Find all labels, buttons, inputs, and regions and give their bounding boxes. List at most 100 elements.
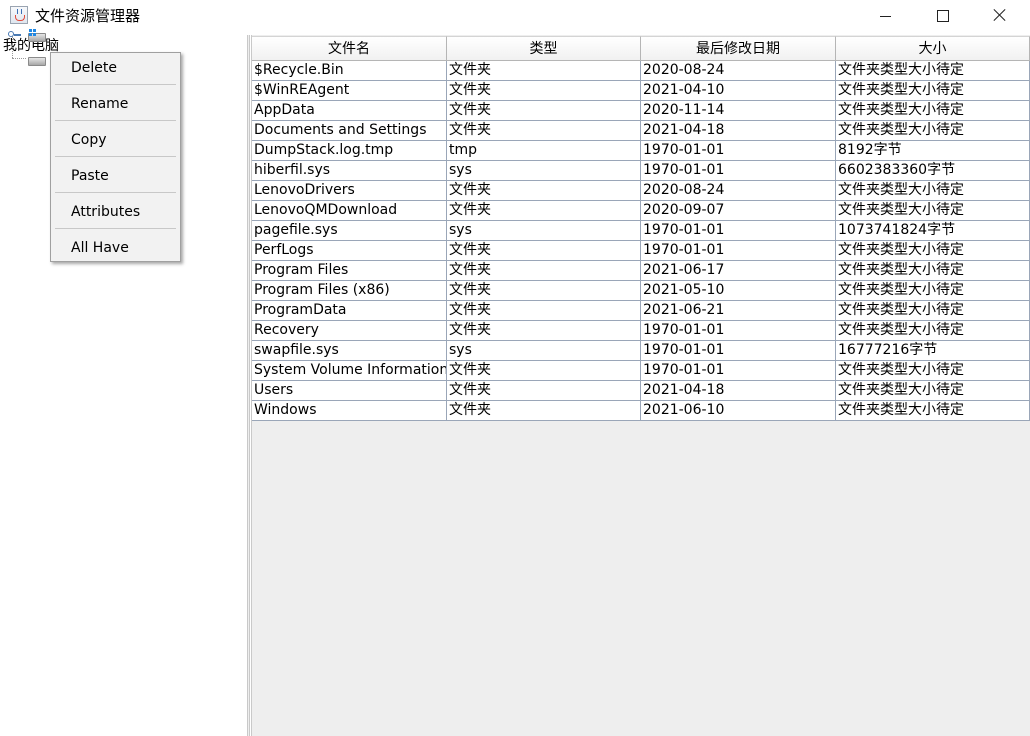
cell-name[interactable]: DumpStack.log.tmp [252,141,447,161]
cell-type[interactable]: tmp [447,141,641,161]
cell-name[interactable]: hiberfil.sys [252,161,447,181]
cell-modified[interactable]: 2021-04-18 [641,121,836,141]
cell-type[interactable]: 文件夹 [447,301,641,321]
table-row[interactable]: $WinREAgent 文件夹 2021-04-10 文件夹类型大小待定 [252,81,1030,101]
cell-size[interactable]: 文件夹类型大小待定 [836,261,1030,281]
cell-name[interactable]: Program Files [252,261,447,281]
cell-type[interactable]: 文件夹 [447,361,641,381]
cell-type[interactable]: 文件夹 [447,321,641,341]
cell-type[interactable]: 文件夹 [447,261,641,281]
cell-type[interactable]: 文件夹 [447,281,641,301]
cell-name[interactable]: Documents and Settings [252,121,447,141]
close-button[interactable] [978,0,1024,32]
cell-size[interactable]: 文件夹类型大小待定 [836,121,1030,141]
column-header-type[interactable]: 类型 [447,36,641,61]
cell-modified[interactable]: 2021-06-21 [641,301,836,321]
table-row[interactable]: $Recycle.Bin 文件夹 2020-08-24 文件夹类型大小待定 [252,61,1030,81]
cell-modified[interactable]: 2021-05-10 [641,281,836,301]
cell-size[interactable]: 文件夹类型大小待定 [836,401,1030,421]
cell-name[interactable]: AppData [252,101,447,121]
cell-size[interactable]: 16777216字节 [836,341,1030,361]
menu-item-paste[interactable]: Paste [51,161,180,195]
cell-modified[interactable]: 1970-01-01 [641,341,836,361]
cell-modified[interactable]: 1970-01-01 [641,161,836,181]
menu-item-rename[interactable]: Rename [51,89,180,123]
cell-size[interactable]: 文件夹类型大小待定 [836,301,1030,321]
title-bar[interactable]: 文件资源管理器 [0,0,1030,33]
drive-icon[interactable] [28,57,46,66]
table-row[interactable]: Users 文件夹 2021-04-18 文件夹类型大小待定 [252,381,1030,401]
cell-type[interactable]: 文件夹 [447,381,641,401]
cell-type[interactable]: 文件夹 [447,81,641,101]
cell-modified[interactable]: 2021-04-10 [641,81,836,101]
table-row[interactable]: AppData 文件夹 2020-11-14 文件夹类型大小待定 [252,101,1030,121]
cell-modified[interactable]: 2020-08-24 [641,61,836,81]
menu-item-attributes[interactable]: Attributes [51,197,180,231]
cell-size[interactable]: 8192字节 [836,141,1030,161]
cell-modified[interactable]: 1970-01-01 [641,241,836,261]
tree-expand-handle-icon[interactable] [8,30,21,40]
cell-size[interactable]: 文件夹类型大小待定 [836,201,1030,221]
table-row[interactable]: System Volume Information 文件夹 1970-01-01 文件… [252,361,1030,381]
table-row[interactable]: Windows 文件夹 2021-06-10 文件夹类型大小待定 [252,401,1030,421]
cell-name[interactable]: LenovoDrivers [252,181,447,201]
cell-modified[interactable]: 2021-04-18 [641,381,836,401]
cell-modified[interactable]: 1970-01-01 [641,321,836,341]
cell-size[interactable]: 文件夹类型大小待定 [836,381,1030,401]
column-header-size[interactable]: 大小 [836,36,1030,61]
cell-size[interactable]: 6602383360字节 [836,161,1030,181]
cell-type[interactable]: sys [447,221,641,241]
cell-size[interactable]: 文件夹类型大小待定 [836,321,1030,341]
cell-modified[interactable]: 2021-06-10 [641,401,836,421]
cell-modified[interactable]: 1970-01-01 [641,221,836,241]
cell-size[interactable]: 1073741824字节 [836,221,1030,241]
cell-modified[interactable]: 2020-08-24 [641,181,836,201]
cell-type[interactable]: sys [447,341,641,361]
cell-type[interactable]: 文件夹 [447,241,641,261]
cell-type[interactable]: 文件夹 [447,101,641,121]
table-row[interactable]: LenovoQMDownload 文件夹 2020-09-07 文件夹类型大小待定 [252,201,1030,221]
file-table-pane[interactable]: 文件名 类型 最后修改日期 大小 $Recycle.Bin 文件夹 2020-08-… [251,35,1030,736]
cell-type[interactable]: sys [447,161,641,181]
cell-name[interactable]: pagefile.sys [252,221,447,241]
menu-item-copy[interactable]: Copy [51,125,180,159]
cell-name[interactable]: System Volume Information [252,361,447,381]
cell-type[interactable]: 文件夹 [447,61,641,81]
cell-size[interactable]: 文件夹类型大小待定 [836,241,1030,261]
cell-size[interactable]: 文件夹类型大小待定 [836,181,1030,201]
table-row[interactable]: swapfile.sys sys 1970-01-01 16777216字节 [252,341,1030,361]
cell-name[interactable]: PerfLogs [252,241,447,261]
maximize-button[interactable] [920,0,966,32]
column-header-name[interactable]: 文件名 [252,36,447,61]
cell-name[interactable]: Windows [252,401,447,421]
cell-name[interactable]: Recovery [252,321,447,341]
cell-type[interactable]: 文件夹 [447,401,641,421]
table-row[interactable]: hiberfil.sys sys 1970-01-01 6602383360字节 [252,161,1030,181]
cell-type[interactable]: 文件夹 [447,121,641,141]
table-row[interactable]: pagefile.sys sys 1970-01-01 1073741824字节 [252,221,1030,241]
table-row[interactable]: Recovery 文件夹 1970-01-01 文件夹类型大小待定 [252,321,1030,341]
cell-name[interactable]: swapfile.sys [252,341,447,361]
cell-name[interactable]: Users [252,381,447,401]
cell-type[interactable]: 文件夹 [447,181,641,201]
table-row[interactable]: LenovoDrivers 文件夹 2020-08-24 文件夹类型大小待定 [252,181,1030,201]
menu-item-delete[interactable]: Delete [51,53,180,87]
menu-item-all-have[interactable]: All Have [51,233,180,267]
table-row[interactable]: Documents and Settings 文件夹 2021-04-18 文件夹类型… [252,121,1030,141]
cell-name[interactable]: ProgramData [252,301,447,321]
cell-modified[interactable]: 1970-01-01 [641,141,836,161]
cell-name[interactable]: LenovoQMDownload [252,201,447,221]
column-header-modified[interactable]: 最后修改日期 [641,36,836,61]
table-row[interactable]: ProgramData 文件夹 2021-06-21 文件夹类型大小待定 [252,301,1030,321]
cell-size[interactable]: 文件夹类型大小待定 [836,81,1030,101]
pane-splitter[interactable] [247,35,250,736]
table-row[interactable]: Program Files (x86) 文件夹 2021-05-10 文件夹类型大小待… [252,281,1030,301]
cell-modified[interactable]: 2020-09-07 [641,201,836,221]
table-row[interactable]: DumpStack.log.tmp tmp 1970-01-01 8192字节 [252,141,1030,161]
table-row[interactable]: Program Files 文件夹 2021-06-17 文件夹类型大小待定 [252,261,1030,281]
cell-size[interactable]: 文件夹类型大小待定 [836,101,1030,121]
cell-name[interactable]: $Recycle.Bin [252,61,447,81]
cell-name[interactable]: $WinREAgent [252,81,447,101]
cell-modified[interactable]: 2020-11-14 [641,101,836,121]
cell-name[interactable]: Program Files (x86) [252,281,447,301]
